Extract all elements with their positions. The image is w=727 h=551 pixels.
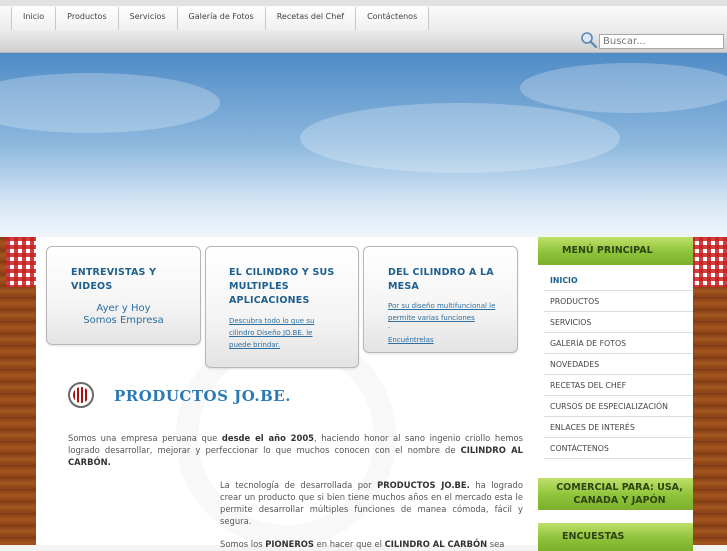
nav-item-productos[interactable]: Productos <box>55 7 119 31</box>
sidebar-item-recetas[interactable]: Recetas del Chef <box>544 376 693 396</box>
sidebar-item-contactenos[interactable]: Contáctenos <box>544 439 693 459</box>
box-mesa-title: DEL CILINDRO A LA MESA <box>388 267 494 292</box>
box-entrevistas: ENTREVISTAS Y VIDEOS Ayer y Hoy Somos Em… <box>46 246 201 345</box>
grill-icon <box>68 382 94 408</box>
sidebar-item-cursos[interactable]: Cursos de Especialización <box>544 397 693 417</box>
pioneers-paragraph: Somos los PIONEROS en hacer que el CILIN… <box>220 539 505 549</box>
link-descubra[interactable]: Descubra todo lo que su cilindro Diseño … <box>229 315 324 351</box>
nav-item-servicios[interactable]: Servicios <box>117 7 178 31</box>
nav-item-contactenos[interactable]: Contáctenos <box>355 7 430 31</box>
box-cilindro-mesa: DEL CILINDRO A LA MESA Por su diseño mul… <box>363 246 518 353</box>
sidebar-item-productos[interactable]: Productos <box>544 292 693 312</box>
main-content: ENTREVISTAS Y VIDEOS Ayer y Hoy Somos Em… <box>36 237 538 549</box>
menu-principal-header: MENÚ PRINCIPAL <box>538 237 693 265</box>
page-title: PRODUCTOS JO.BE. <box>114 387 291 405</box>
box-cilindro-title: EL CILINDRO Y SUS MULTIPLES APLICACIONES <box>229 267 335 306</box>
sidebar-item-servicios[interactable]: Servicios <box>544 313 693 333</box>
link-encuentrelas[interactable]: Encuéntrelas <box>388 334 498 346</box>
main-nav: Inicio Productos Servicios Galería de Fo… <box>11 7 430 31</box>
technology-paragraph: La tecnología de desarrollada por PRODUC… <box>220 480 523 526</box>
box-entrevistas-title: ENTREVISTAS Y VIDEOS <box>71 267 157 292</box>
tablecloth-right <box>691 237 727 287</box>
encuestas-header: ENCUESTAS <box>538 523 693 551</box>
sidebar-item-enlaces[interactable]: Enlaces de Interés <box>544 418 693 438</box>
sidebar: MENÚ PRINCIPAL Inicio Productos Servicio… <box>538 237 693 551</box>
nav-item-inicio[interactable]: Inicio <box>11 7 57 31</box>
commercial-header: COMERCIAL PARA: USA, CANADA Y JAPÓN <box>538 478 693 510</box>
search-icon[interactable] <box>580 31 598 49</box>
box-cilindro-aplicaciones: EL CILINDRO Y SUS MULTIPLES APLICACIONES… <box>205 246 359 368</box>
nav-item-recetas[interactable]: Recetas del Chef <box>264 7 357 31</box>
link-ayer-y-hoy[interactable]: Ayer y Hoy <box>47 303 200 315</box>
sidebar-item-novedades[interactable]: Novedades <box>544 355 693 375</box>
header-banner <box>0 53 727 243</box>
sidebar-item-galeria[interactable]: Galería de Fotos <box>544 334 693 354</box>
link-separator: . <box>388 322 391 330</box>
intro-paragraph: Somos una empresa peruana que desde el a… <box>68 433 524 467</box>
search-input[interactable] <box>599 34 724 49</box>
nav-item-galeria[interactable]: Galería de Fotos <box>176 7 266 31</box>
sidebar-item-inicio[interactable]: Inicio <box>544 271 693 291</box>
link-somos-empresa[interactable]: Somos Empresa <box>47 315 200 327</box>
wood-decoration-right <box>691 237 727 545</box>
wood-decoration-left <box>0 237 42 545</box>
